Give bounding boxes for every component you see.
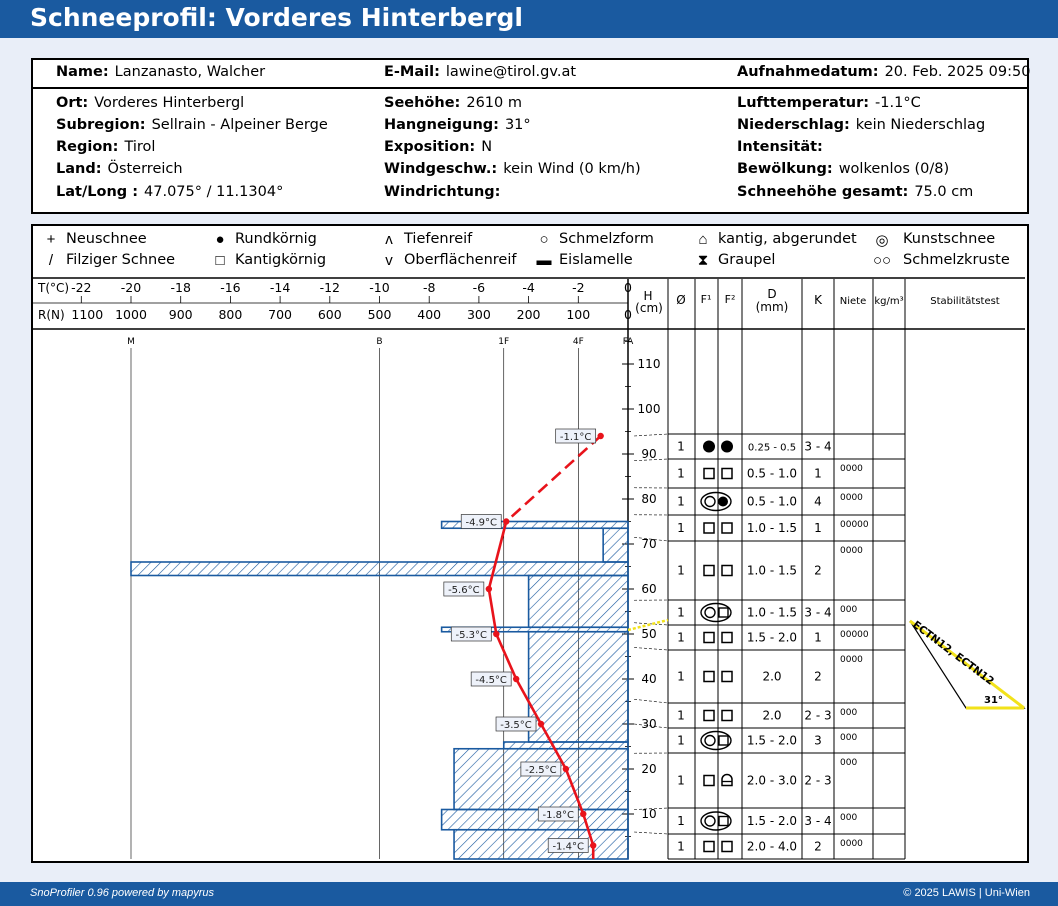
- total-snow-height: Schneehöhe gesamt: 75.0 cm: [737, 184, 974, 200]
- legend-label: Kantigkörnig: [235, 252, 327, 268]
- black-bar-icon: ▬: [536, 252, 552, 269]
- region: Region: Tirol: [56, 139, 156, 155]
- page-title: Schneeprofil: Vorderes Hinterbergl: [30, 3, 523, 32]
- footer: SnoProfiler 0.96 powered by mapyrus © 20…: [0, 882, 1058, 906]
- intensity: Intensität:: [737, 139, 823, 155]
- footer-credit: SnoProfiler 0.96 powered by mapyrus: [30, 887, 215, 899]
- profile-box: [31, 224, 1029, 863]
- precipitation: Niederschlag: kein Niederschlag: [737, 117, 986, 133]
- open-square-icon: □: [215, 252, 225, 269]
- aspect: Exposition: N: [384, 139, 493, 155]
- filled-circle-icon: ●: [215, 231, 225, 248]
- wind-direction: Windrichtung:: [384, 184, 501, 200]
- lat-long: Lat/Long :47.075° / 11.1304°: [56, 184, 284, 200]
- observer-name: Name: Lanzanasto, Walcher: [56, 64, 266, 80]
- cloud-cover: Bewölkung: wolkenlos (0/8): [737, 161, 950, 177]
- lock-shape-icon: ⌂: [698, 231, 708, 248]
- metadata-box: Name: Lanzanasto, Walcher E-Mail: lawine@t…: [31, 58, 1031, 214]
- double-circle-icon: ◎: [875, 232, 889, 249]
- legend-label: Kunstschnee: [903, 231, 996, 247]
- legend-label: Graupel: [718, 252, 776, 268]
- caret-up-icon: ʌ: [385, 231, 393, 248]
- legend-label: Eislamelle: [559, 252, 633, 268]
- country: Land: Österreich: [56, 161, 183, 177]
- location: Ort: Vorderes Hinterbergl: [56, 95, 245, 111]
- slash-icon: /: [48, 252, 54, 269]
- linked-circles-icon: ○○: [872, 252, 892, 269]
- hourglass-icon: ⧗: [697, 252, 709, 269]
- title-bar: Schneeprofil: Vorderes Hinterbergl: [0, 0, 1058, 38]
- metadata-divider: [33, 87, 1027, 89]
- record-date: Aufnahmedatum: 20. Feb. 2025 09:50: [737, 64, 1031, 80]
- subregion: Subregion: Sellrain - Alpeiner Berge: [56, 117, 328, 133]
- legend-label: Oberflächenreif: [404, 252, 517, 268]
- elevation: Seehöhe: 2610 m: [384, 95, 522, 111]
- legend-label: Schmelzform: [559, 231, 654, 247]
- air-temperature: Lufttemperatur: -1.1°C: [737, 95, 921, 111]
- legend-label: Tiefenreif: [404, 231, 473, 247]
- legend-label: Filziger Schnee: [66, 252, 176, 268]
- observer-email: E-Mail: lawine@tirol.gv.at: [384, 64, 577, 80]
- footer-copyright: © 2025 LAWIS | Uni-Wien: [903, 887, 1030, 899]
- open-circle-icon: ○: [539, 231, 549, 248]
- legend-label: Rundkörnig: [235, 231, 317, 247]
- slope-angle: Hangneigung: 31°: [384, 117, 531, 133]
- legend-label: kantig, abgerundet: [718, 231, 857, 247]
- plus-icon: +: [46, 231, 56, 248]
- legend-label: Schmelzkruste: [903, 252, 1010, 268]
- legend-label: Neuschnee: [66, 231, 147, 247]
- v-icon: v: [385, 252, 393, 269]
- wind-speed: Windgeschw.: kein Wind (0 km/h): [384, 161, 641, 177]
